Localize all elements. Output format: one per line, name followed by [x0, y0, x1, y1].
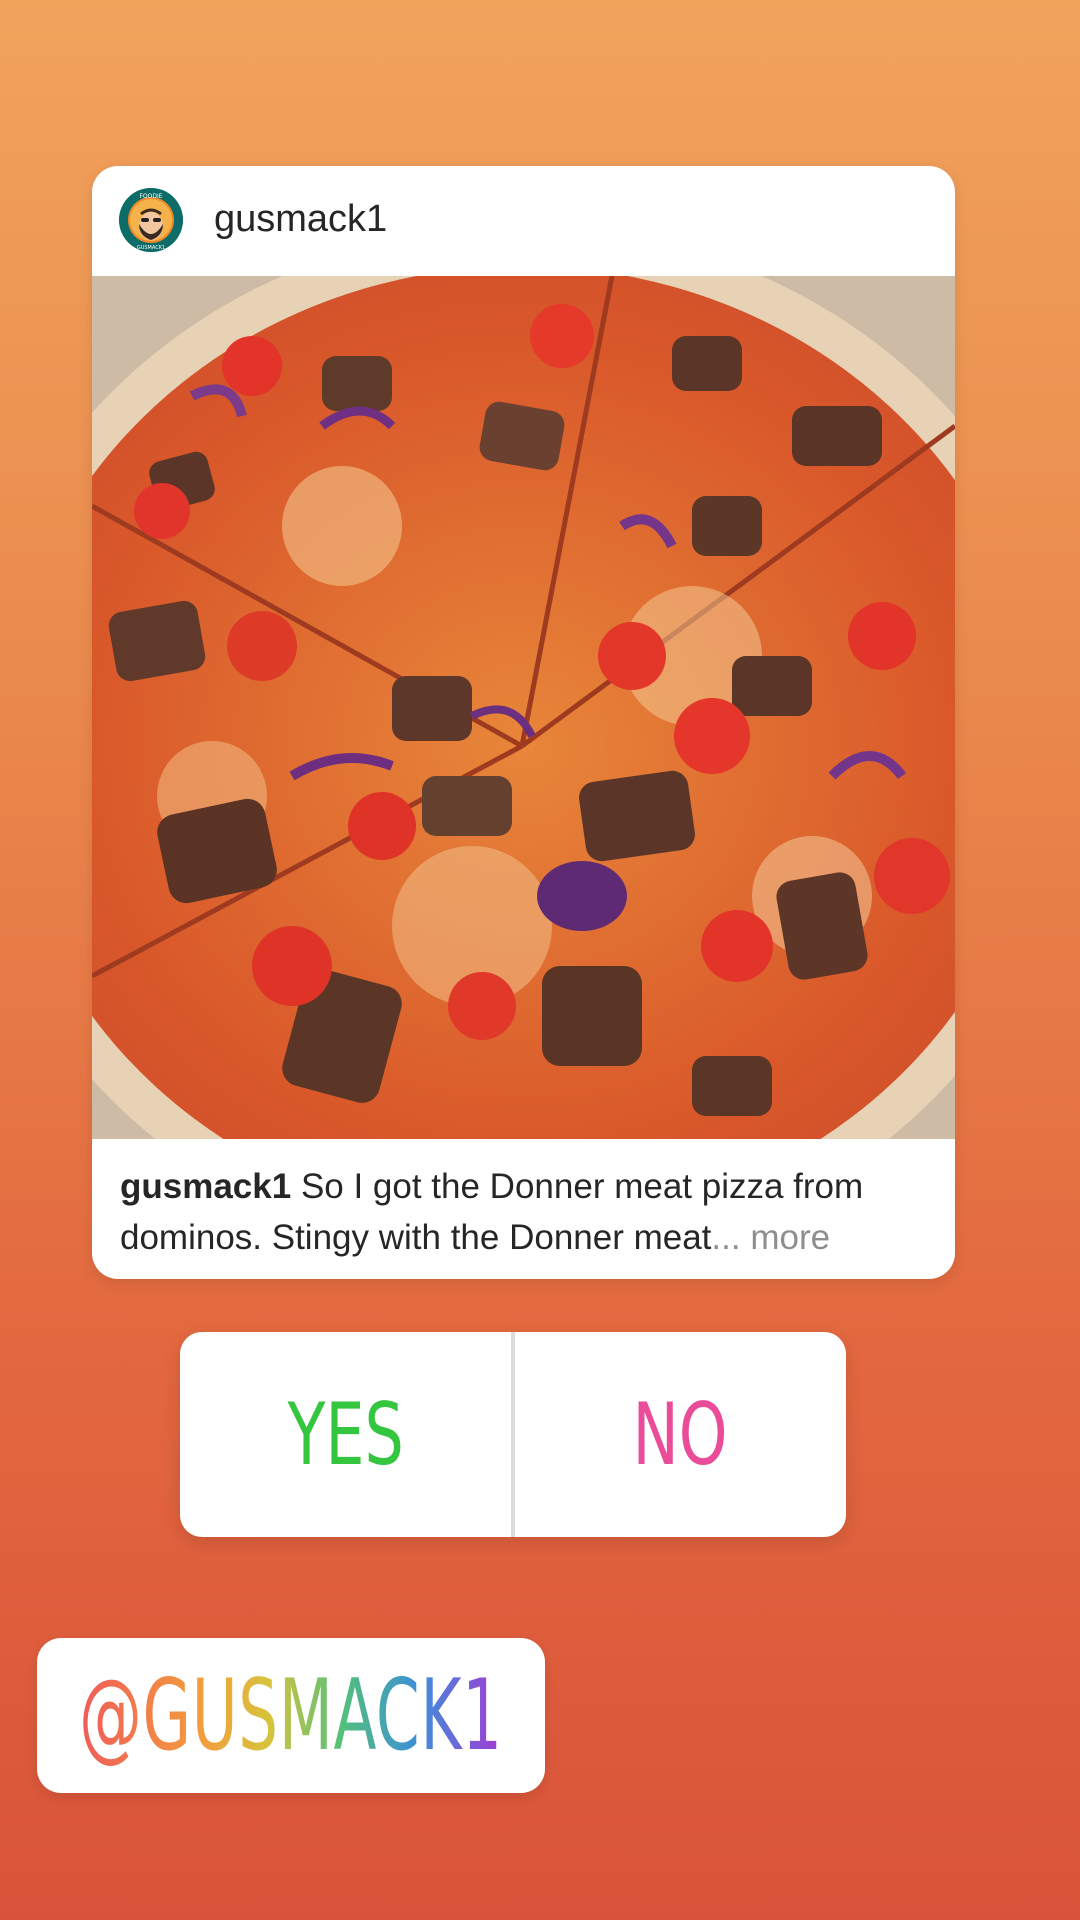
caption-username[interactable]: gusmack1 — [120, 1167, 291, 1206]
mention-text: @GUSMACK1 — [79, 1658, 503, 1773]
poll-no-label: NO — [632, 1384, 729, 1485]
poll-yes-button[interactable]: YES — [180, 1332, 511, 1537]
caption-more-link[interactable]: ... more — [711, 1218, 830, 1257]
poll-no-button[interactable]: NO — [515, 1332, 846, 1537]
mention-sticker[interactable]: @GUSMACK1 — [37, 1638, 545, 1793]
poll-yes-label: YES — [287, 1384, 404, 1485]
foodie-logo-icon: FOODIE GUSMACK1 — [119, 188, 183, 252]
post-username[interactable]: gusmack1 — [214, 198, 387, 241]
avatar-bottom-text: GUSMACK1 — [137, 245, 165, 251]
avatar[interactable]: FOODIE GUSMACK1 — [119, 188, 183, 252]
post-card[interactable]: FOODIE GUSMACK1 gusmack1 gusmack1 So I g… — [92, 166, 955, 1279]
post-caption: gusmack1 So I got the Donner meat pizza … — [120, 1161, 935, 1263]
post-image[interactable] — [92, 226, 955, 1266]
avatar-top-text: FOODIE — [139, 193, 162, 200]
post-header: FOODIE GUSMACK1 gusmack1 — [92, 166, 955, 276]
poll-sticker: YES NO — [180, 1332, 846, 1537]
pizza-photo-icon — [92, 226, 955, 1266]
